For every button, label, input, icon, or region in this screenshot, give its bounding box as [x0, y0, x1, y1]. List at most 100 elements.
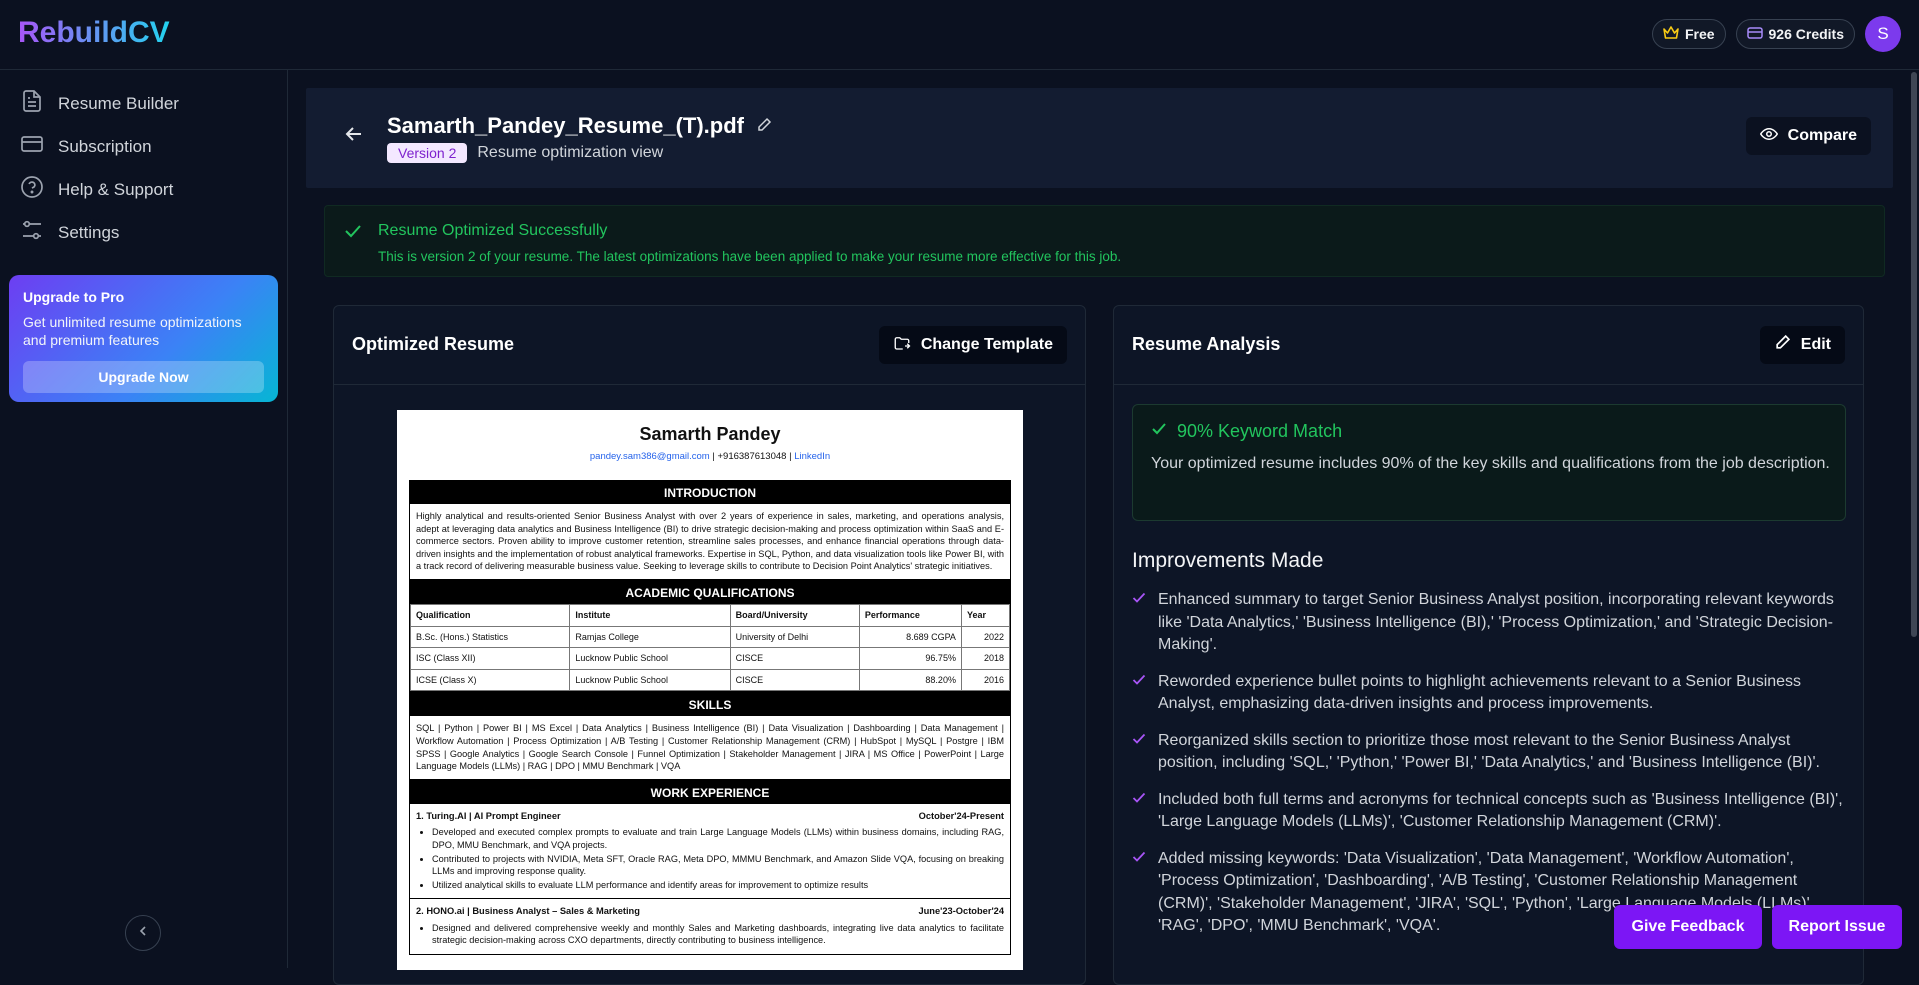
keyword-match-box: 90% Keyword Match Your optimized resume … [1132, 404, 1846, 521]
card-header: Optimized Resume Change Template [334, 306, 1085, 385]
job-bullet: Utilized analytical skills to evaluate L… [432, 879, 1004, 892]
sidebar-item-settings[interactable]: Settings [0, 211, 287, 254]
give-feedback-button[interactable]: Give Feedback [1614, 905, 1762, 949]
job-bullet: Designed and delivered comprehensive wee… [432, 922, 1004, 947]
sidebar-item-label: Resume Builder [58, 93, 179, 113]
app-logo[interactable]: RebuildCV [18, 16, 170, 50]
optimized-resume-card: Optimized Resume Change Template Samarth… [333, 305, 1086, 985]
credits-label: 926 Credits [1768, 26, 1844, 42]
table-cell: 96.75% [858, 647, 962, 670]
table-cell: 2018 [960, 647, 1011, 670]
table-row: B.Sc. (Hons.) Statistics Ramjas College … [409, 625, 1011, 649]
list-item: Reworded experience bullet points to hig… [1132, 671, 1844, 716]
job-heading: 2. HONO.ai | Business Analyst – Sales & … [416, 905, 1004, 918]
table-row: ISC (Class XII) Lucknow Public School CI… [409, 647, 1011, 670]
document-title-row: Samarth_Pandey_Resume_(T).pdf [387, 113, 772, 139]
help-circle-icon [20, 175, 44, 204]
sidebar-item-label: Settings [58, 222, 120, 242]
page-scrollbar[interactable] [1911, 72, 1917, 637]
job-date: June'23-October'24 [918, 906, 1004, 917]
sidebar-item-subscription[interactable]: Subscription [0, 125, 287, 168]
work-experience: 2. HONO.ai | Business Analyst – Sales & … [409, 899, 1011, 956]
compare-button[interactable]: Compare [1745, 117, 1871, 155]
sliders-icon [20, 218, 44, 247]
job-heading: 1. Turing.AI | AI Prompt Engineer Octobe… [416, 810, 1004, 823]
check-icon [343, 221, 363, 246]
pencil-icon [756, 113, 772, 138]
section-header-academic: ACADEMIC QUALIFICATIONS [409, 579, 1011, 604]
folder-swap-icon [893, 334, 911, 357]
job-bullets: Designed and delivered comprehensive wee… [416, 922, 1004, 947]
plan-badge[interactable]: Free [1651, 19, 1726, 49]
collapse-sidebar-button[interactable] [125, 915, 161, 951]
check-icon [1132, 731, 1146, 775]
section-header-introduction: INTRODUCTION [409, 480, 1011, 504]
card-header: Resume Analysis Edit [1114, 306, 1863, 385]
report-issue-button[interactable]: Report Issue [1772, 905, 1902, 949]
table-row: ICSE (Class X) Lucknow Public School CIS… [409, 668, 1011, 692]
check-icon [1132, 790, 1146, 834]
skills-text: SQL | Python | Power BI | MS Excel | Dat… [409, 716, 1011, 780]
table-cell: ISC (Class XII) [409, 647, 571, 670]
version-badge: Version 2 [387, 143, 468, 163]
edit-button[interactable]: Edit [1759, 326, 1845, 364]
plan-label: Free [1684, 26, 1715, 42]
table-header: Institute [569, 603, 731, 627]
email-link[interactable]: pandey.sam386@gmail.com [590, 451, 710, 462]
table-cell: Lucknow Public School [569, 668, 731, 692]
card-icon [1746, 26, 1763, 42]
job-date: October'24-Present [918, 810, 1004, 821]
table-cell: University of Delhi [729, 625, 860, 649]
keyword-match-title: 90% Keyword Match [1177, 421, 1343, 441]
version-row: Version 2 Resume optimization view [387, 143, 663, 163]
sidebar-item-resume-builder[interactable]: Resume Builder [0, 82, 287, 125]
pencil-icon [1774, 334, 1791, 356]
table-cell: CISCE [729, 647, 860, 670]
edit-label: Edit [1800, 336, 1831, 353]
credit-card-icon [20, 132, 44, 161]
check-icon [1151, 421, 1167, 442]
academic-table-wrapper: Qualification Institute Board/University… [409, 603, 1011, 693]
table-cell: 88.20% [858, 668, 962, 692]
sidebar-item-help[interactable]: Help & Support [0, 168, 287, 211]
sidebar-item-label: Subscription [58, 136, 152, 156]
list-item: Enhanced summary to target Senior Busine… [1132, 589, 1844, 657]
upgrade-text: Get unlimited resume optimizations and p… [23, 314, 242, 348]
resume-analysis-card: Resume Analysis Edit 90% Keyword Match Y… [1113, 305, 1864, 985]
document-header: Samarth_Pandey_Resume_(T).pdf Version 2 … [306, 88, 1893, 188]
list-item: Included both full terms and acronyms fo… [1132, 789, 1844, 834]
improvement-text: Enhanced summary to target Senior Busine… [1158, 591, 1834, 653]
upgrade-now-button[interactable]: Upgrade Now [23, 361, 264, 393]
change-template-button[interactable]: Change Template [878, 326, 1067, 364]
back-button[interactable] [342, 122, 370, 150]
improvement-text: Included both full terms and acronyms fo… [1158, 790, 1843, 831]
list-item: Reorganized skills section to prioritize… [1132, 730, 1844, 775]
user-avatar[interactable]: S [1865, 16, 1901, 52]
table-cell: Ramjas College [569, 625, 731, 649]
improvements-list: Enhanced summary to target Senior Busine… [1132, 589, 1844, 952]
job-title: 1. Turing.AI | AI Prompt Engineer [416, 810, 561, 821]
section-header-work: WORK EXPERIENCE [409, 779, 1011, 804]
rename-button[interactable] [756, 113, 772, 139]
check-icon [1132, 849, 1146, 938]
resume-contact: pandey.sam386@gmail.com | +916387613048 … [409, 451, 1011, 462]
top-bar-actions: Free 926 Credits S [1651, 16, 1901, 52]
table-cell: B.Sc. (Hons.) Statistics [409, 625, 571, 649]
resume-name: Samarth Pandey [639, 424, 781, 444]
credits-badge[interactable]: 926 Credits [1735, 19, 1855, 49]
keyword-match-text: Your optimized resume includes 90% of th… [1151, 455, 1830, 472]
top-bar: RebuildCV Free 926 Credits S [0, 0, 1919, 70]
card-title: Resume Analysis [1132, 334, 1281, 354]
table-header: Year [960, 603, 1011, 627]
resume-preview[interactable]: Samarth Pandey pandey.sam386@gmail.com |… [397, 410, 1023, 970]
improvement-text: Reorganized skills section to prioritize… [1158, 731, 1820, 772]
table-cell: 2022 [960, 625, 1011, 649]
arrow-left-icon [342, 127, 366, 150]
linkedin-link[interactable]: LinkedIn [794, 451, 830, 462]
change-template-label: Change Template [920, 336, 1053, 353]
phone-text: | +916387613048 | [712, 451, 792, 462]
check-icon [1132, 672, 1146, 716]
table-header: Qualification [409, 603, 571, 627]
eye-icon [1759, 125, 1778, 148]
chevron-left-icon [137, 924, 149, 942]
